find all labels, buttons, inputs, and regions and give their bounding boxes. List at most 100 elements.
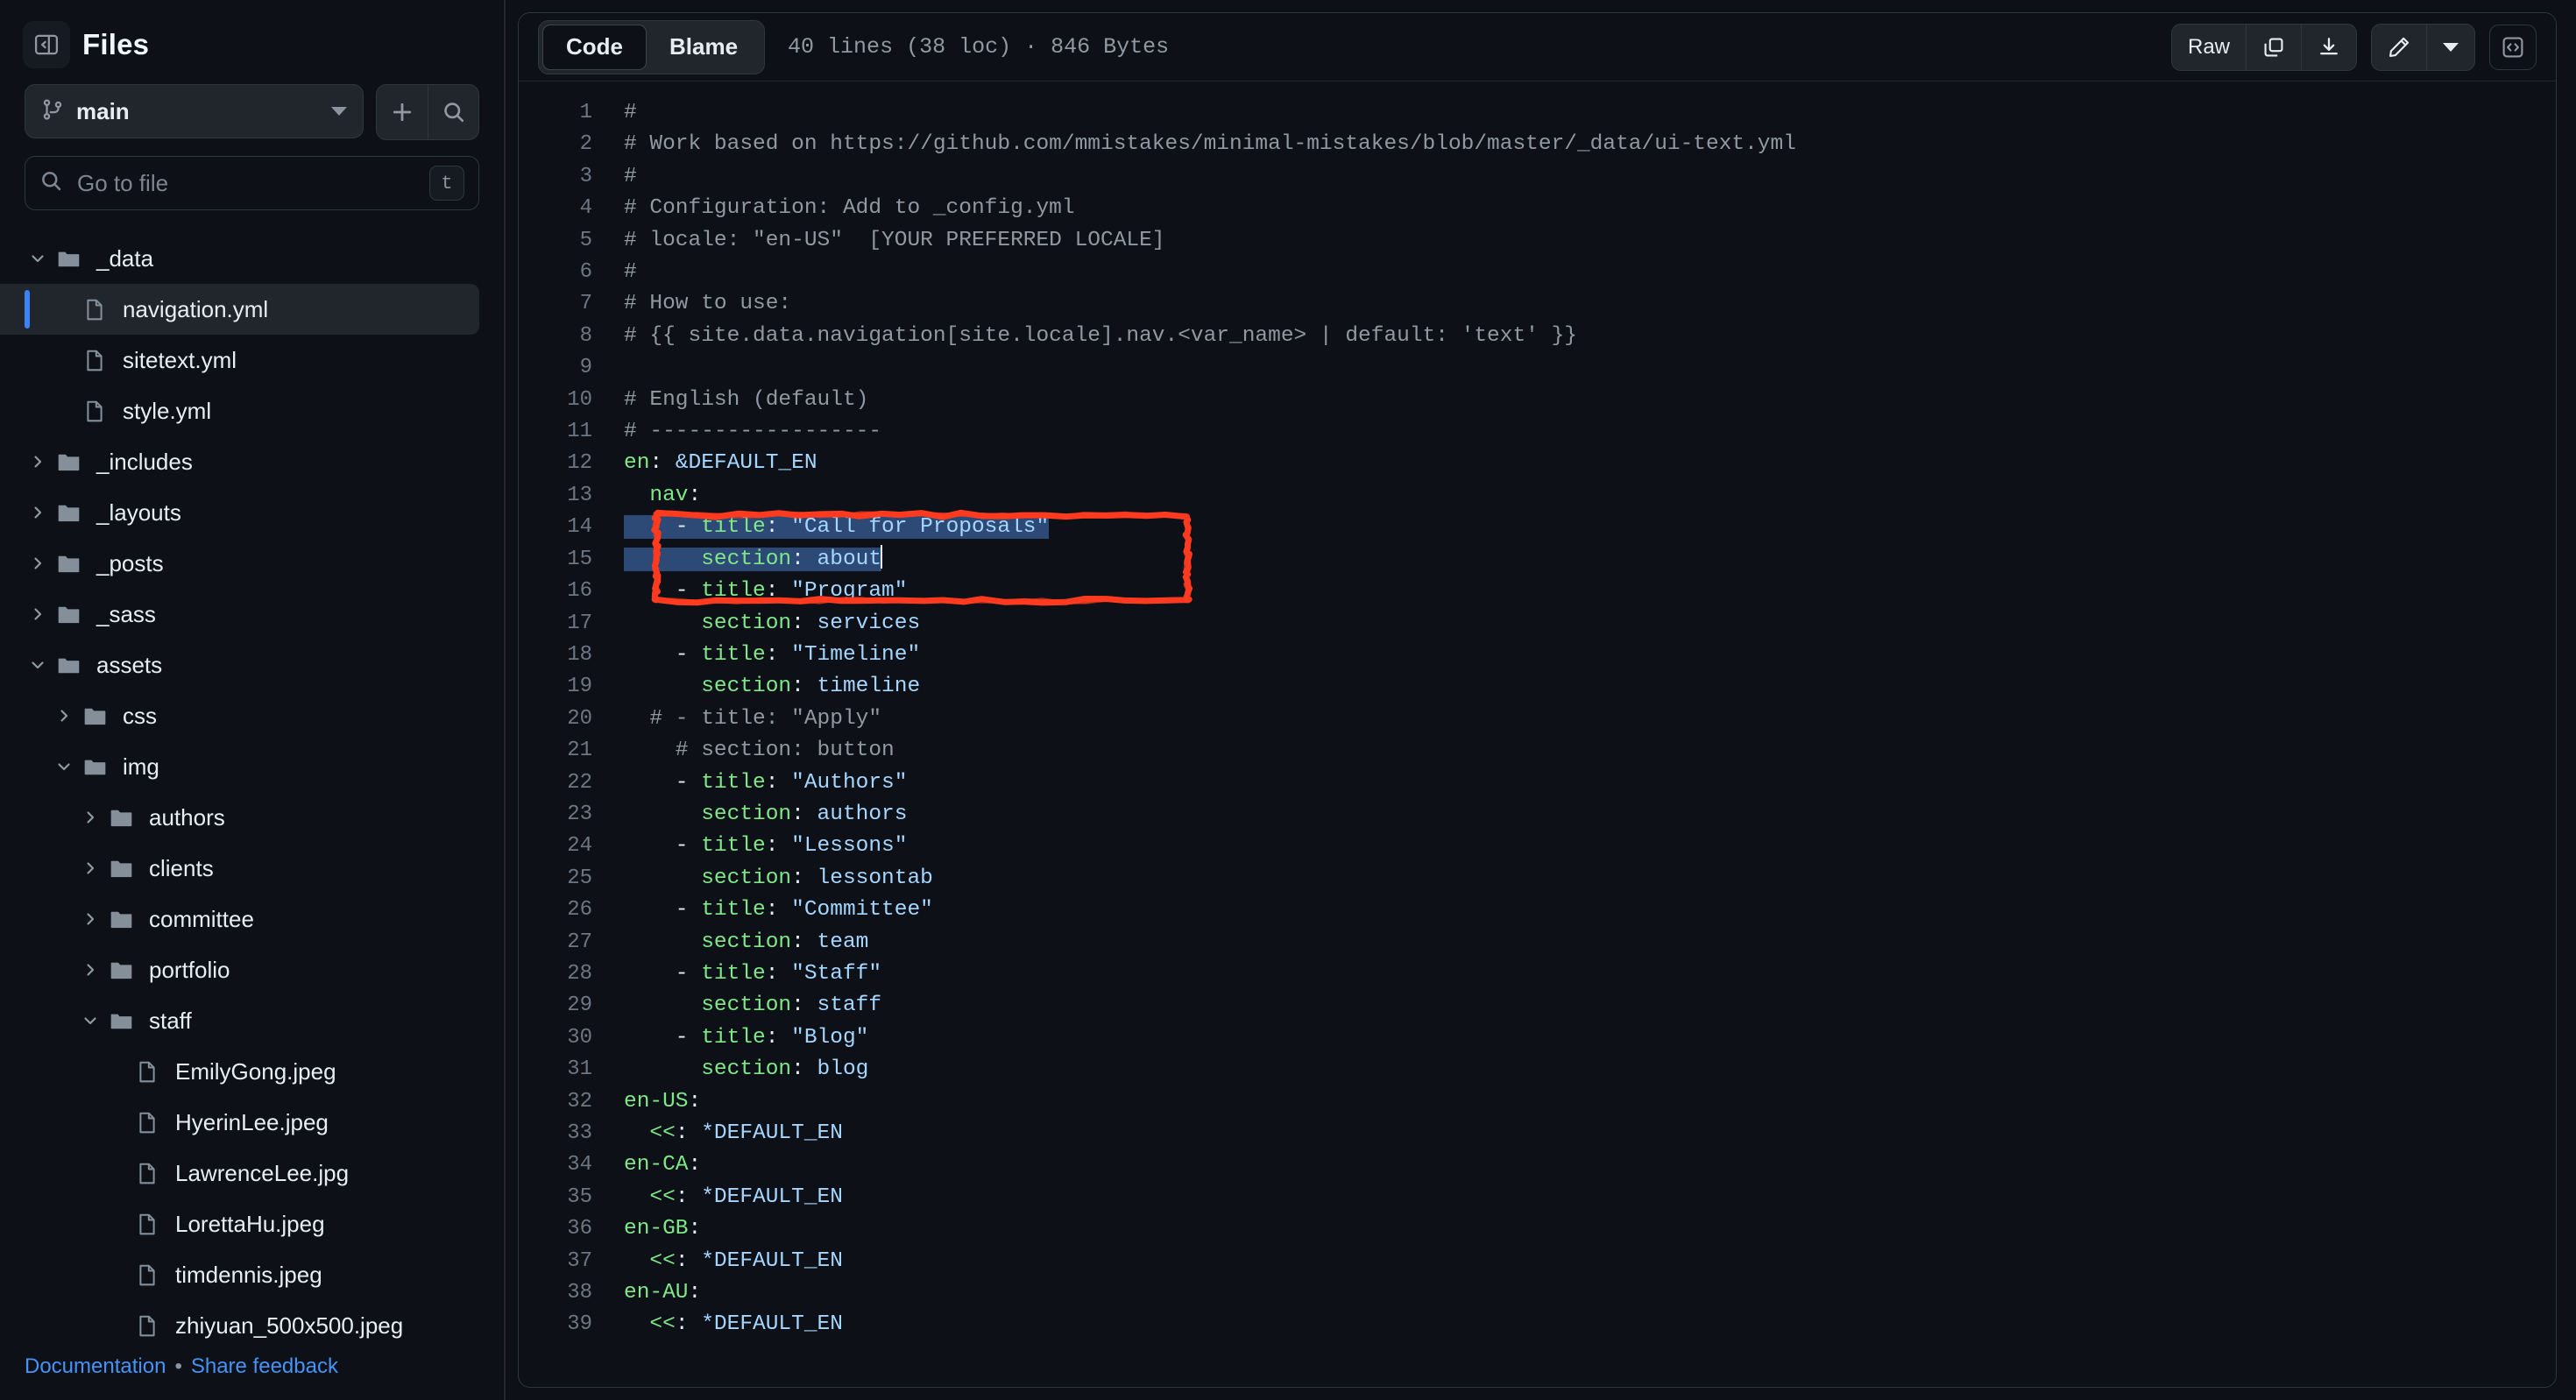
tree-item-staff[interactable]: staff: [0, 995, 479, 1046]
tree-item-clients[interactable]: clients: [0, 843, 479, 894]
line-content[interactable]: - title: "Call for Proposals": [622, 512, 2556, 543]
line-number[interactable]: 6: [519, 257, 622, 288]
line-content[interactable]: section: services: [622, 608, 2556, 640]
angle-brackets-icon[interactable]: [2489, 25, 2537, 70]
line-content[interactable]: # ------------------: [622, 416, 2556, 448]
chevron-right-icon[interactable]: [77, 859, 103, 878]
chevron-right-icon[interactable]: [25, 503, 51, 522]
tree-item-css[interactable]: css: [0, 690, 479, 741]
line-number[interactable]: 29: [519, 990, 622, 1022]
chevron-right-icon[interactable]: [77, 808, 103, 827]
line-number[interactable]: 24: [519, 831, 622, 862]
documentation-link[interactable]: Documentation: [25, 1354, 166, 1378]
line-content[interactable]: # {{ site.data.navigation[site.locale].n…: [622, 321, 2556, 352]
chevron-right-icon[interactable]: [77, 909, 103, 929]
chevron-down-icon[interactable]: [51, 757, 77, 776]
line-content[interactable]: # - title: "Apply": [622, 704, 2556, 735]
line-number[interactable]: 18: [519, 640, 622, 671]
code-viewer[interactable]: 1 #2 # Work based on https://github.com/mm…: [519, 81, 2556, 1387]
line-content[interactable]: en-CA:: [622, 1149, 2556, 1181]
edit-dropdown-button[interactable]: [2426, 25, 2474, 70]
line-number[interactable]: 11: [519, 416, 622, 448]
tree-item-portfolio[interactable]: portfolio: [0, 944, 479, 995]
raw-button[interactable]: Raw: [2172, 25, 2246, 70]
line-content[interactable]: section: team: [622, 927, 2556, 958]
line-content[interactable]: - title: "Authors": [622, 767, 2556, 799]
line-content[interactable]: - title: "Staff": [622, 958, 2556, 990]
line-content[interactable]: section: lessontab: [622, 863, 2556, 894]
line-number[interactable]: 16: [519, 576, 622, 607]
chevron-down-icon[interactable]: [25, 249, 51, 268]
chevron-right-icon[interactable]: [25, 452, 51, 471]
tree-item-lawrencelee-jpg[interactable]: LawrenceLee.jpg: [0, 1148, 479, 1198]
search-input[interactable]: Go to file t: [25, 156, 479, 210]
line-number[interactable]: 2: [519, 129, 622, 160]
line-number[interactable]: 15: [519, 544, 622, 576]
line-number[interactable]: 27: [519, 927, 622, 958]
chevron-down-icon[interactable]: [25, 655, 51, 675]
download-icon[interactable]: [2301, 25, 2356, 70]
tree-item-hyerinlee-jpeg[interactable]: HyerinLee.jpeg: [0, 1097, 479, 1148]
tree-item-posts[interactable]: _posts: [0, 538, 479, 589]
add-file-button[interactable]: [377, 85, 428, 139]
pencil-icon[interactable]: [2372, 25, 2426, 70]
line-content[interactable]: section: timeline: [622, 671, 2556, 703]
line-content[interactable]: # English (default): [622, 385, 2556, 416]
tree-item-authors[interactable]: authors: [0, 792, 479, 843]
tab-code[interactable]: Code: [542, 25, 647, 70]
tree-item-layouts[interactable]: _layouts: [0, 487, 479, 538]
line-number[interactable]: 9: [519, 352, 622, 384]
tree-item-img[interactable]: img: [0, 741, 479, 792]
line-number[interactable]: 20: [519, 704, 622, 735]
chevron-right-icon[interactable]: [25, 605, 51, 624]
line-content[interactable]: - title: "Blog": [622, 1022, 2556, 1054]
line-content[interactable]: #: [622, 161, 2556, 193]
line-number[interactable]: 19: [519, 671, 622, 703]
line-content[interactable]: en-AU:: [622, 1277, 2556, 1309]
line-content[interactable]: # Configuration: Add to _config.yml: [622, 193, 2556, 224]
tree-item-style-yml[interactable]: style.yml: [0, 385, 479, 436]
line-number[interactable]: 30: [519, 1022, 622, 1054]
line-number[interactable]: 13: [519, 480, 622, 512]
line-content[interactable]: - title: "Lessons": [622, 831, 2556, 862]
line-content[interactable]: en-US:: [622, 1086, 2556, 1118]
tree-item-assets[interactable]: assets: [0, 640, 479, 690]
chevron-right-icon[interactable]: [25, 554, 51, 573]
line-number[interactable]: 33: [519, 1118, 622, 1149]
chevron-down-icon[interactable]: [77, 1011, 103, 1030]
line-number[interactable]: 28: [519, 958, 622, 990]
line-content[interactable]: en-GB:: [622, 1213, 2556, 1245]
line-number[interactable]: 5: [519, 225, 622, 257]
line-content[interactable]: - title: "Timeline": [622, 640, 2556, 671]
line-number[interactable]: 3: [519, 161, 622, 193]
line-content[interactable]: section: authors: [622, 799, 2556, 831]
line-number[interactable]: 23: [519, 799, 622, 831]
line-number[interactable]: 8: [519, 321, 622, 352]
line-content[interactable]: - title: "Committee": [622, 894, 2556, 926]
line-number[interactable]: 39: [519, 1309, 622, 1340]
line-content[interactable]: en: &DEFAULT_EN: [622, 448, 2556, 479]
tree-item-timdennis-jpeg[interactable]: timdennis.jpeg: [0, 1249, 479, 1300]
chevron-right-icon[interactable]: [51, 706, 77, 725]
line-number[interactable]: 22: [519, 767, 622, 799]
line-content[interactable]: <<: *DEFAULT_EN: [622, 1118, 2556, 1149]
chevron-right-icon[interactable]: [77, 960, 103, 979]
line-content[interactable]: # section: button: [622, 735, 2556, 767]
line-number[interactable]: 14: [519, 512, 622, 543]
line-number[interactable]: 25: [519, 863, 622, 894]
line-content[interactable]: # locale: "en-US" [YOUR PREFERRED LOCALE…: [622, 225, 2556, 257]
line-content[interactable]: #: [622, 257, 2556, 288]
line-number[interactable]: 12: [519, 448, 622, 479]
line-content[interactable]: <<: *DEFAULT_EN: [622, 1246, 2556, 1277]
sidebar-collapse-icon[interactable]: [23, 21, 70, 68]
line-number[interactable]: 4: [519, 193, 622, 224]
tree-item-emilygong-jpeg[interactable]: EmilyGong.jpeg: [0, 1046, 479, 1097]
line-number[interactable]: 34: [519, 1149, 622, 1181]
tree-item-sitetext-yml[interactable]: sitetext.yml: [0, 335, 479, 385]
tree-item-navigation-yml[interactable]: navigation.yml: [0, 284, 479, 335]
line-number[interactable]: 26: [519, 894, 622, 926]
tree-item-sass[interactable]: _sass: [0, 589, 479, 640]
line-content[interactable]: # How to use:: [622, 288, 2556, 320]
line-content[interactable]: section: blog: [622, 1054, 2556, 1085]
line-content[interactable]: <<: *DEFAULT_EN: [622, 1182, 2556, 1213]
